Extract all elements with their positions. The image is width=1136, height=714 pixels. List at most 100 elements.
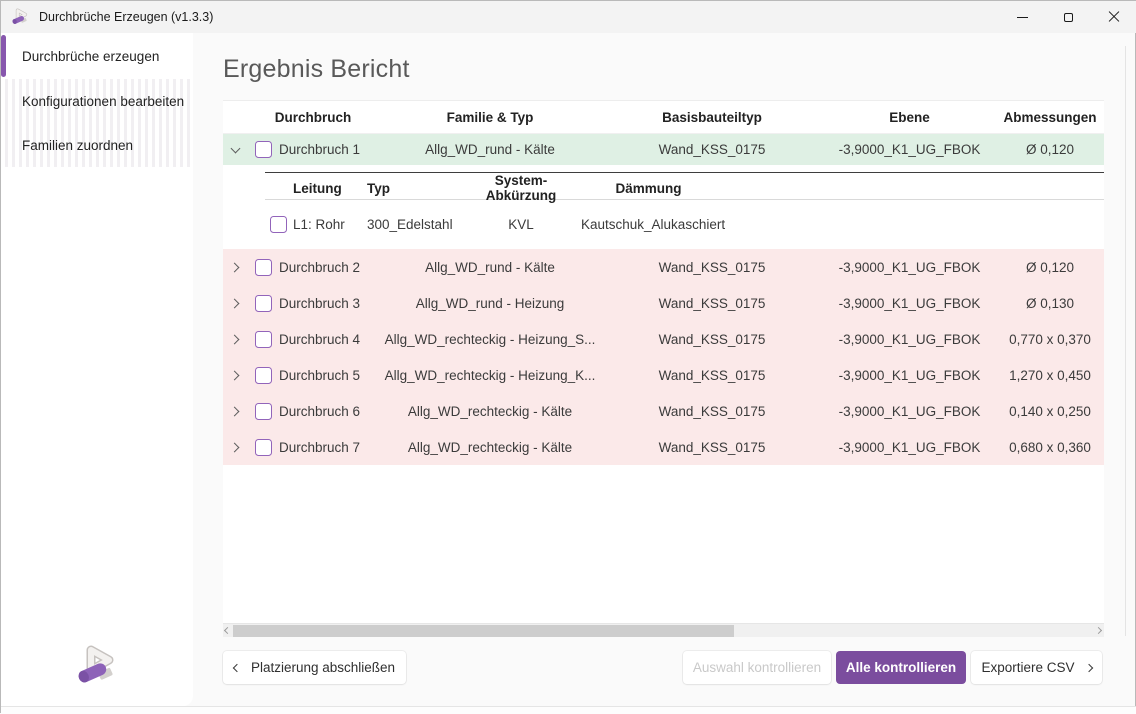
sidebar-item-durchbrueche-erzeugen[interactable]: Durchbrüche erzeugen — [1, 33, 193, 79]
row-checkbox[interactable] — [255, 403, 272, 420]
cell-durchbruch: Durchbruch 5 — [279, 368, 379, 383]
chevron-down-icon[interactable] — [230, 143, 240, 153]
close-button[interactable] — [1091, 1, 1136, 33]
cell-ebene: -3,9000_K1_UG_FBOK — [823, 142, 996, 157]
cell-ebene: -3,9000_K1_UG_FBOK — [823, 332, 996, 347]
chevron-right-icon[interactable] — [229, 298, 239, 308]
subtable-header-row: Leitung Typ System-Abkürzung Dämmung — [265, 173, 1104, 200]
cell-durchbruch: Durchbruch 4 — [279, 332, 379, 347]
table-row-durchbruch-1[interactable]: Durchbruch 1 Allg_WD_rund - Kälte Wand_K… — [223, 134, 1104, 165]
cell-basisbauteiltyp: Wand_KSS_0175 — [601, 368, 823, 383]
export-csv-button[interactable]: Exportiere CSV — [971, 651, 1102, 684]
cell-abmessungen: 0,680 x 0,360 — [996, 440, 1104, 455]
vertical-scrollbar-track — [1125, 46, 1126, 636]
check-all-button[interactable]: Alle kontrollieren — [836, 651, 966, 684]
sidebar-item-label: Durchbrüche erzeugen — [22, 49, 159, 64]
pipes-subtable: Leitung Typ System-Abkürzung Dämmung L1:… — [265, 172, 1104, 249]
table-row-durchbruch-3[interactable]: Durchbruch 3 Allg_WD_rund - Heizung Wand… — [223, 285, 1104, 321]
subcell-daemmung: Kautschuk_Alukaschiert — [581, 217, 716, 232]
cell-familie-typ: Allg_WD_rund - Kälte — [379, 142, 601, 157]
chevron-right-icon[interactable] — [229, 262, 239, 272]
cell-durchbruch: Durchbruch 3 — [279, 296, 379, 311]
subrow-checkbox[interactable] — [270, 216, 287, 233]
cell-abmessungen: Ø 0,130 — [996, 296, 1104, 311]
column-header-abmessungen: Abmessungen — [996, 110, 1104, 125]
column-header-basisbauteiltyp: Basisbauteiltyp — [601, 110, 823, 125]
sidebar: Durchbrüche erzeugen Konfigurationen bea… — [1, 33, 193, 706]
cell-abmessungen: Ø 0,120 — [996, 260, 1104, 275]
row-checkbox[interactable] — [255, 141, 272, 158]
minimize-button[interactable] — [999, 1, 1045, 33]
minimize-icon — [1017, 17, 1028, 18]
row-gap — [223, 165, 1104, 172]
chevron-right-icon[interactable] — [229, 442, 239, 452]
footer-actions: Auswahl kontrollieren Alle kontrollieren… — [683, 651, 1102, 684]
scroll-right-button[interactable] — [1096, 628, 1102, 634]
app-logo — [75, 645, 123, 689]
cell-basisbauteiltyp: Wand_KSS_0175 — [601, 296, 823, 311]
cell-familie-typ: Allg_WD_rechteckig - Heizung_S... — [379, 332, 601, 347]
check-selection-button[interactable]: Auswahl kontrollieren — [683, 651, 831, 684]
export-csv-label: Exportiere CSV — [981, 660, 1074, 675]
sidebar-item-familien-zuordnen[interactable]: Familien zuordnen — [1, 123, 193, 167]
row-checkbox[interactable] — [255, 439, 272, 456]
cell-basisbauteiltyp: Wand_KSS_0175 — [601, 260, 823, 275]
cell-abmessungen: 0,770 x 0,370 — [996, 332, 1104, 347]
chevron-right-icon — [1095, 627, 1102, 634]
chevron-left-icon — [233, 663, 241, 671]
table-row-durchbruch-2[interactable]: Durchbruch 2 Allg_WD_rund - Kälte Wand_K… — [223, 249, 1104, 285]
chevron-right-icon[interactable] — [229, 370, 239, 380]
cell-basisbauteiltyp: Wand_KSS_0175 — [601, 404, 823, 419]
close-icon — [1108, 11, 1120, 23]
window-title: Durchbrüche Erzeugen (v1.3.3) — [39, 10, 213, 24]
chevron-right-icon — [1084, 663, 1092, 671]
column-header-ebene: Ebene — [823, 110, 996, 125]
horizontal-scrollbar[interactable] — [223, 623, 1104, 637]
subcell-typ: 300_Edelstahl — [365, 217, 461, 232]
cell-ebene: -3,9000_K1_UG_FBOK — [823, 296, 996, 311]
results-table: Durchbruch Familie & Typ Basisbauteiltyp… — [223, 100, 1104, 637]
row-checkbox[interactable] — [255, 295, 272, 312]
table-header-row: Durchbruch Familie & Typ Basisbauteiltyp… — [223, 101, 1104, 134]
row-checkbox[interactable] — [255, 331, 272, 348]
scroll-left-button[interactable] — [225, 628, 231, 634]
table-row-durchbruch-4[interactable]: Durchbruch 4 Allg_WD_rechteckig - Heizun… — [223, 321, 1104, 357]
chevron-left-icon — [224, 627, 231, 634]
cell-basisbauteiltyp: Wand_KSS_0175 — [601, 142, 823, 157]
sidebar-item-label: Konfigurationen bearbeiten — [22, 94, 184, 109]
check-all-label: Alle kontrollieren — [846, 660, 956, 675]
cell-basisbauteiltyp: Wand_KSS_0175 — [601, 440, 823, 455]
table-row-durchbruch-7[interactable]: Durchbruch 7 Allg_WD_rechteckig - Kälte … — [223, 429, 1104, 465]
column-header-familie-typ: Familie & Typ — [379, 110, 601, 125]
cell-familie-typ: Allg_WD_rund - Kälte — [379, 260, 601, 275]
maximize-button[interactable] — [1045, 1, 1091, 33]
row-checkbox[interactable] — [255, 259, 272, 276]
cell-durchbruch: Durchbruch 6 — [279, 404, 379, 419]
cell-familie-typ: Allg_WD_rund - Heizung — [379, 296, 601, 311]
table-row-durchbruch-5[interactable]: Durchbruch 5 Allg_WD_rechteckig - Heizun… — [223, 357, 1104, 393]
sidebar-inactive-group: Konfigurationen bearbeiten Familien zuor… — [1, 79, 193, 167]
sidebar-item-label: Familien zuordnen — [22, 138, 133, 153]
subcolumn-header-typ: Typ — [365, 181, 461, 196]
app-icon — [11, 8, 31, 27]
maximize-icon — [1064, 13, 1073, 22]
window-controls — [999, 1, 1136, 33]
table-row-durchbruch-6[interactable]: Durchbruch 6 Allg_WD_rechteckig - Kälte … — [223, 393, 1104, 429]
subcolumn-header-system-abkuerzung: System-Abkürzung — [461, 173, 581, 203]
cell-abmessungen: 1,270 x 0,450 — [996, 368, 1104, 383]
cell-familie-typ: Allg_WD_rechteckig - Heizung_K... — [379, 368, 601, 383]
cell-abmessungen: 0,140 x 0,250 — [996, 404, 1104, 419]
cell-durchbruch: Durchbruch 7 — [279, 440, 379, 455]
chevron-right-icon[interactable] — [229, 406, 239, 416]
subcell-leitung: L1: Rohr — [291, 217, 365, 232]
titlebar: Durchbrüche Erzeugen (v1.3.3) — [1, 1, 1136, 33]
cell-ebene: -3,9000_K1_UG_FBOK — [823, 404, 996, 419]
row-checkbox[interactable] — [255, 367, 272, 384]
subtable-row[interactable]: L1: Rohr 300_Edelstahl KVL Kautschuk_Alu… — [265, 200, 1104, 249]
subcolumn-header-leitung: Leitung — [291, 181, 365, 196]
chevron-right-icon[interactable] — [229, 334, 239, 344]
sidebar-item-konfigurationen-bearbeiten[interactable]: Konfigurationen bearbeiten — [1, 79, 193, 123]
finish-placement-button[interactable]: Platzierung abschließen — [223, 651, 406, 684]
scrollbar-thumb[interactable] — [233, 625, 734, 637]
cell-durchbruch: Durchbruch 1 — [279, 142, 379, 157]
